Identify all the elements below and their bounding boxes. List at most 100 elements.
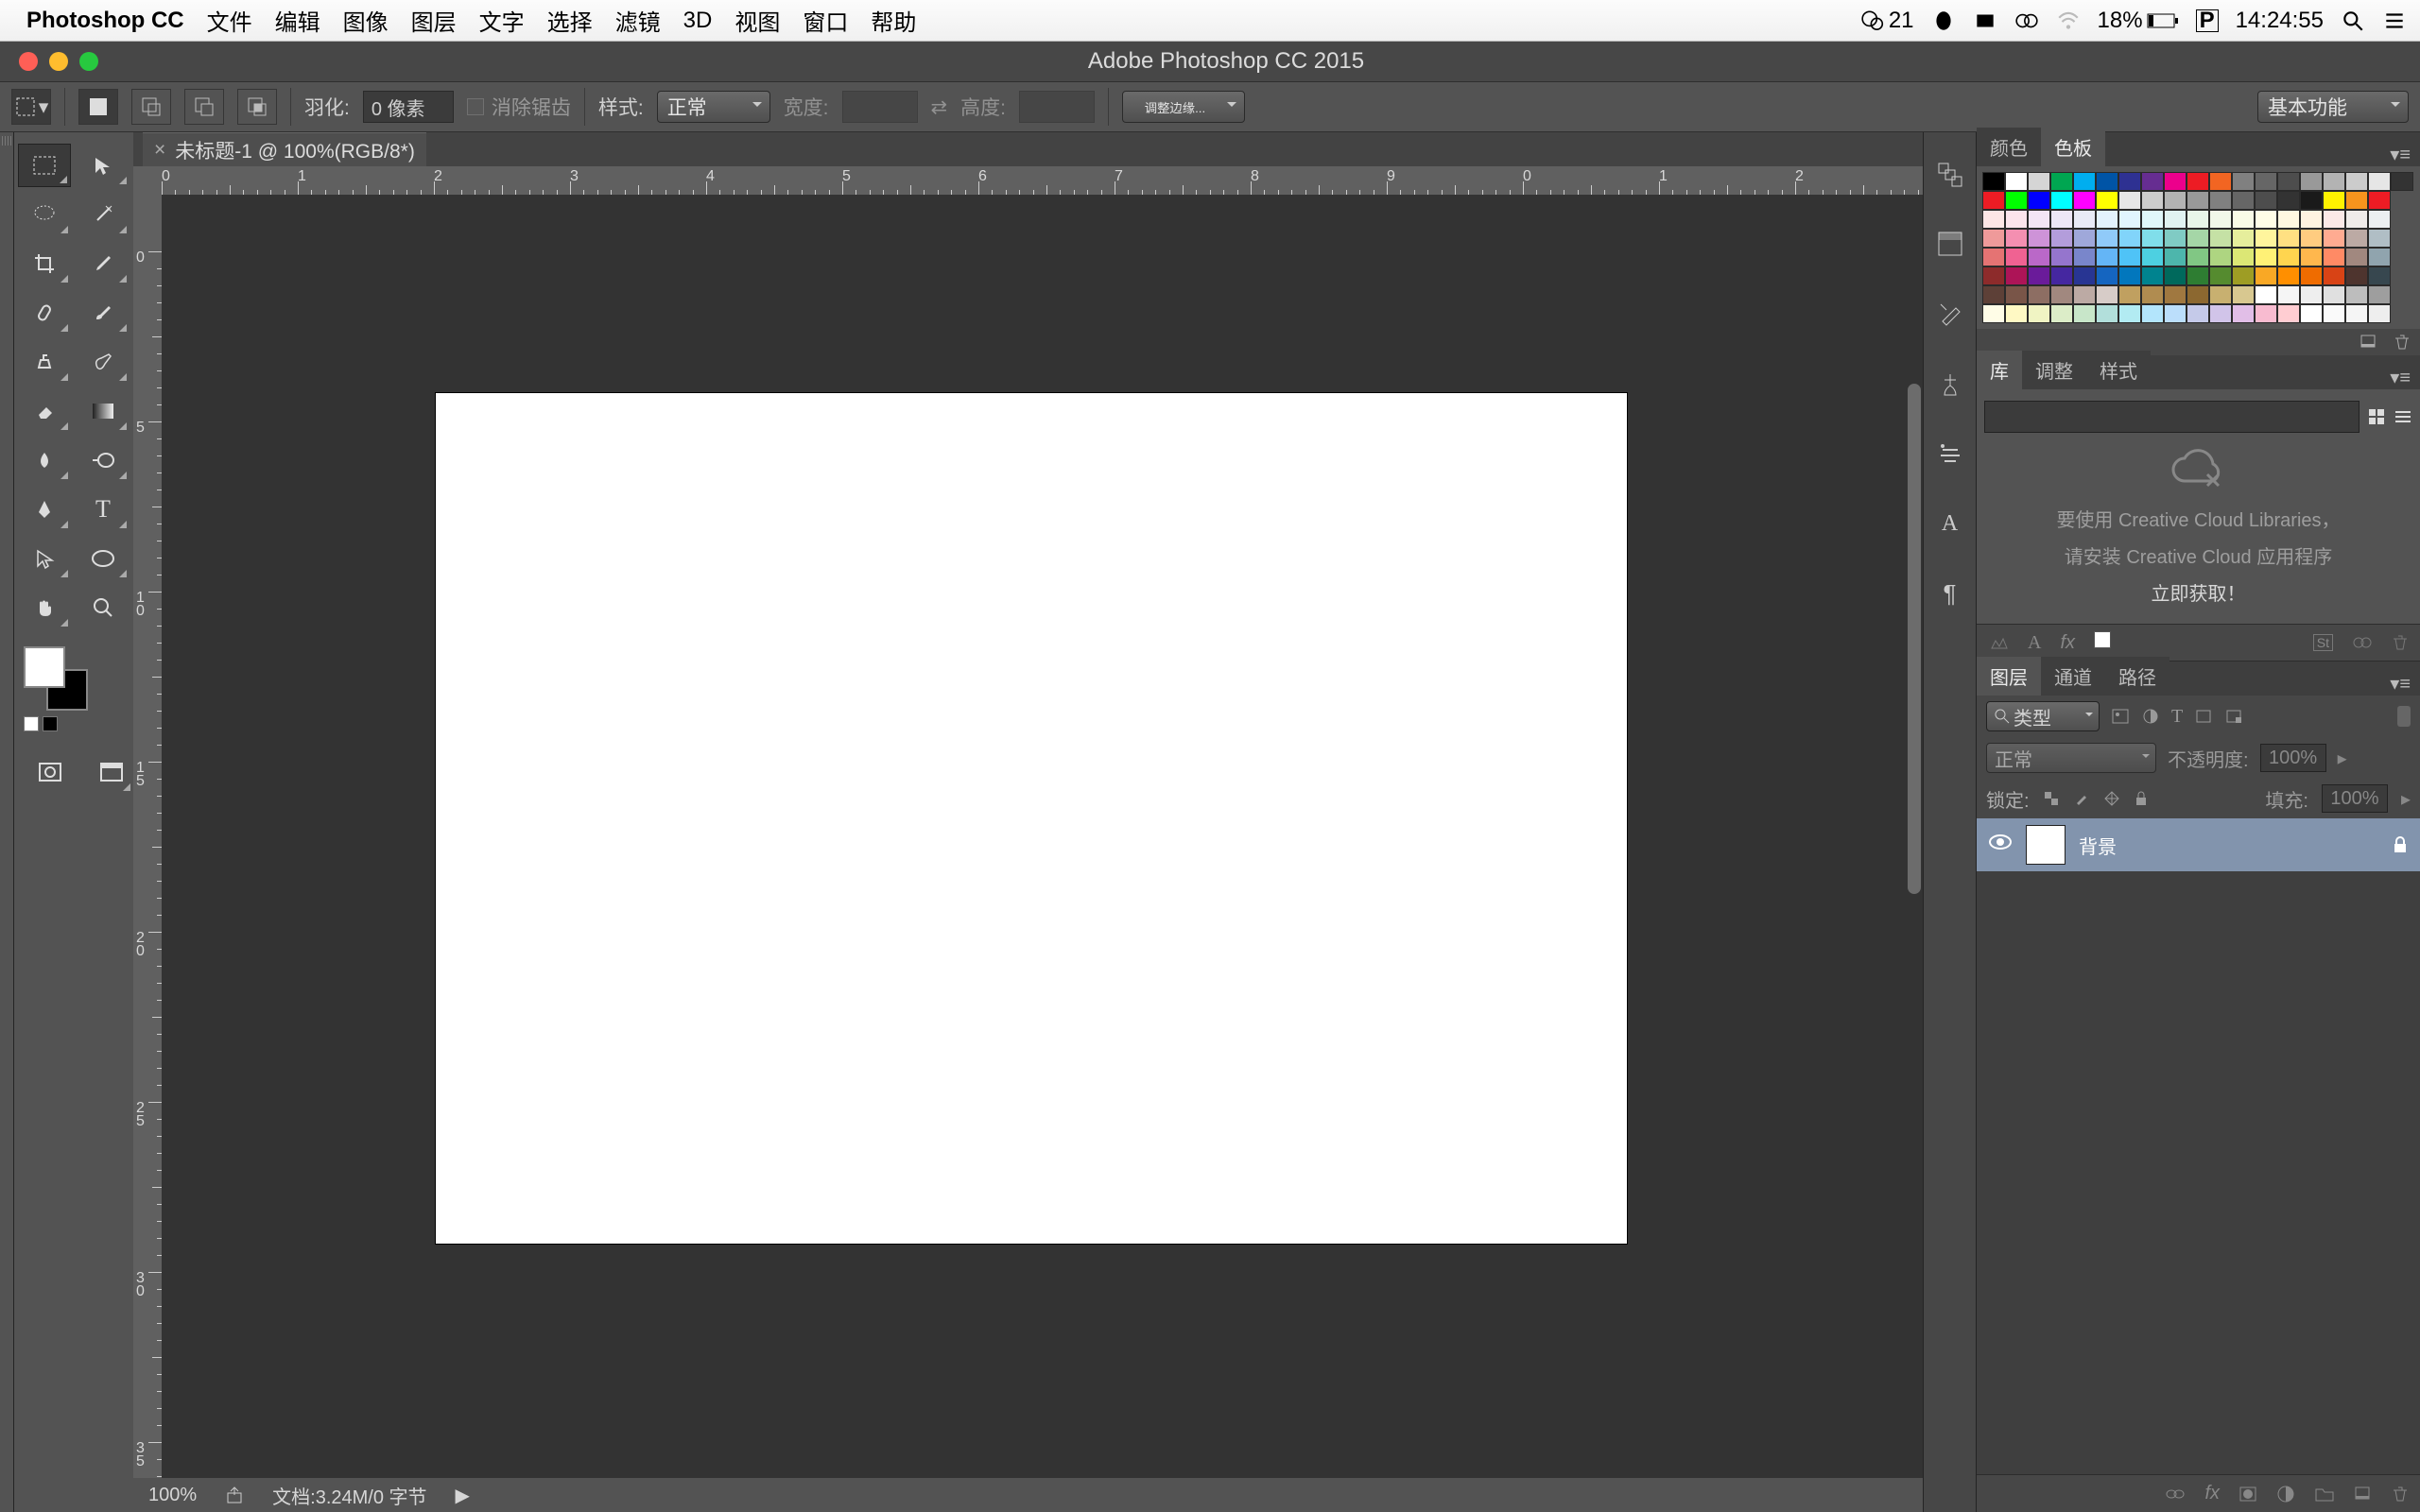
- swatch[interactable]: [2345, 191, 2368, 210]
- grid-view-icon[interactable]: [2367, 407, 2386, 426]
- clone-source-panel-icon[interactable]: [1933, 437, 1967, 471]
- swatch[interactable]: [2232, 172, 2255, 191]
- swatch[interactable]: [2164, 285, 2187, 304]
- swatch[interactable]: [2028, 229, 2050, 248]
- refine-edge-button[interactable]: 调整边缘...: [1122, 91, 1245, 123]
- swatch[interactable]: [2073, 304, 2096, 323]
- lib-link-icon[interactable]: [2352, 634, 2373, 651]
- swatch[interactable]: [2232, 210, 2255, 229]
- swatch[interactable]: [2187, 210, 2209, 229]
- swatch[interactable]: [2028, 172, 2050, 191]
- layer-mask-icon[interactable]: [2238, 1486, 2257, 1503]
- swatch[interactable]: [2300, 304, 2323, 323]
- swatch[interactable]: [1982, 248, 2005, 266]
- swatch[interactable]: [2073, 248, 2096, 266]
- share-icon[interactable]: [225, 1486, 244, 1504]
- blur-tool[interactable]: [18, 438, 71, 482]
- swatch[interactable]: [2096, 191, 2118, 210]
- lock-all-icon[interactable]: [2134, 790, 2149, 807]
- swatch[interactable]: [2187, 285, 2209, 304]
- swatch[interactable]: [2118, 304, 2141, 323]
- swatch[interactable]: [2141, 285, 2164, 304]
- swatch[interactable]: [2141, 172, 2164, 191]
- swatch[interactable]: [2141, 191, 2164, 210]
- tab-libraries[interactable]: 库: [1977, 351, 2022, 389]
- swatch[interactable]: [2209, 304, 2232, 323]
- brush-tool[interactable]: [77, 291, 130, 335]
- swatch[interactable]: [2028, 266, 2050, 285]
- swatch[interactable]: [2232, 248, 2255, 266]
- swatch[interactable]: [2050, 248, 2073, 266]
- lock-paint-icon[interactable]: [2073, 790, 2090, 807]
- ruler-horizontal[interactable]: 0123456789012: [162, 166, 1923, 195]
- lasso-tool[interactable]: [18, 193, 71, 236]
- swap-colors-icon[interactable]: [43, 716, 58, 731]
- swatch[interactable]: [1982, 172, 2005, 191]
- swatch[interactable]: [2118, 266, 2141, 285]
- swatch[interactable]: [2232, 191, 2255, 210]
- swatch[interactable]: [2118, 191, 2141, 210]
- swatch[interactable]: [2118, 285, 2141, 304]
- layer-visibility-icon[interactable]: [1988, 833, 2013, 857]
- character-panel-icon[interactable]: A: [1933, 507, 1967, 541]
- swatch[interactable]: [2164, 210, 2187, 229]
- swatch[interactable]: [2255, 191, 2277, 210]
- selection-new-icon[interactable]: [78, 89, 118, 125]
- link-layers-icon[interactable]: [2165, 1486, 2186, 1502]
- document-tab[interactable]: × 未标题-1 @ 100%(RGB/8*): [143, 132, 426, 166]
- swatch[interactable]: [2209, 172, 2232, 191]
- swatch[interactable]: [2118, 210, 2141, 229]
- swatch[interactable]: [2277, 266, 2300, 285]
- wechat-status-icon[interactable]: 21: [1860, 8, 1914, 34]
- swatch[interactable]: [2255, 266, 2277, 285]
- panel-menu-icon[interactable]: ▾≡: [2380, 143, 2420, 166]
- swatch[interactable]: [2345, 304, 2368, 323]
- color-picker-fgbg[interactable]: [24, 646, 88, 711]
- lib-add-graphic-icon[interactable]: [1988, 633, 2009, 652]
- filter-adjust-icon[interactable]: [2141, 708, 2160, 725]
- swatch[interactable]: [2005, 285, 2028, 304]
- swatch[interactable]: [2187, 304, 2209, 323]
- shape-tool[interactable]: [77, 537, 130, 580]
- swatch[interactable]: [2209, 229, 2232, 248]
- swatch[interactable]: [2005, 248, 2028, 266]
- swatch[interactable]: [2209, 191, 2232, 210]
- swatch[interactable]: [2255, 229, 2277, 248]
- selection-intersect-icon[interactable]: [237, 89, 277, 125]
- selection-add-icon[interactable]: [131, 89, 171, 125]
- tools-drag-gutter[interactable]: [0, 132, 14, 1512]
- swatch[interactable]: [2345, 172, 2368, 191]
- menu-select[interactable]: 选择: [547, 4, 593, 37]
- swatch[interactable]: [2164, 229, 2187, 248]
- tab-channels[interactable]: 通道: [2041, 657, 2105, 696]
- swatch[interactable]: [2050, 266, 2073, 285]
- swatch[interactable]: [2345, 229, 2368, 248]
- swatch[interactable]: [2209, 266, 2232, 285]
- tab-paths[interactable]: 路径: [2105, 657, 2169, 696]
- swatch[interactable]: [2187, 172, 2209, 191]
- swatch[interactable]: [2005, 191, 2028, 210]
- type-tool[interactable]: T: [77, 488, 130, 531]
- filter-pixel-icon[interactable]: [2111, 708, 2130, 725]
- swatch[interactable]: [2345, 266, 2368, 285]
- list-view-icon[interactable]: [2394, 407, 2412, 426]
- stock-icon[interactable]: St: [2313, 634, 2333, 651]
- swatch[interactable]: [2323, 210, 2345, 229]
- swatch[interactable]: [2323, 191, 2345, 210]
- swatch[interactable]: [2141, 266, 2164, 285]
- swatch[interactable]: [2323, 266, 2345, 285]
- delete-swatch-icon[interactable]: [2394, 334, 2411, 351]
- ruler-vertical[interactable]: 051 01 52 02 53 03 5: [133, 195, 162, 1478]
- swatch[interactable]: [2164, 266, 2187, 285]
- cloud-status-icon[interactable]: [2014, 9, 2039, 33]
- cc-cta-link[interactable]: 立即获取！: [2152, 578, 2246, 606]
- brush-presets-panel-icon[interactable]: [1933, 367, 1967, 401]
- swatch[interactable]: [2073, 191, 2096, 210]
- swatch[interactable]: [2323, 304, 2345, 323]
- swatch[interactable]: [2345, 285, 2368, 304]
- swatch[interactable]: [2277, 248, 2300, 266]
- swatch[interactable]: [2368, 172, 2391, 191]
- swatch[interactable]: [2118, 172, 2141, 191]
- lock-trans-icon[interactable]: [2043, 790, 2060, 807]
- swatch[interactable]: [2164, 248, 2187, 266]
